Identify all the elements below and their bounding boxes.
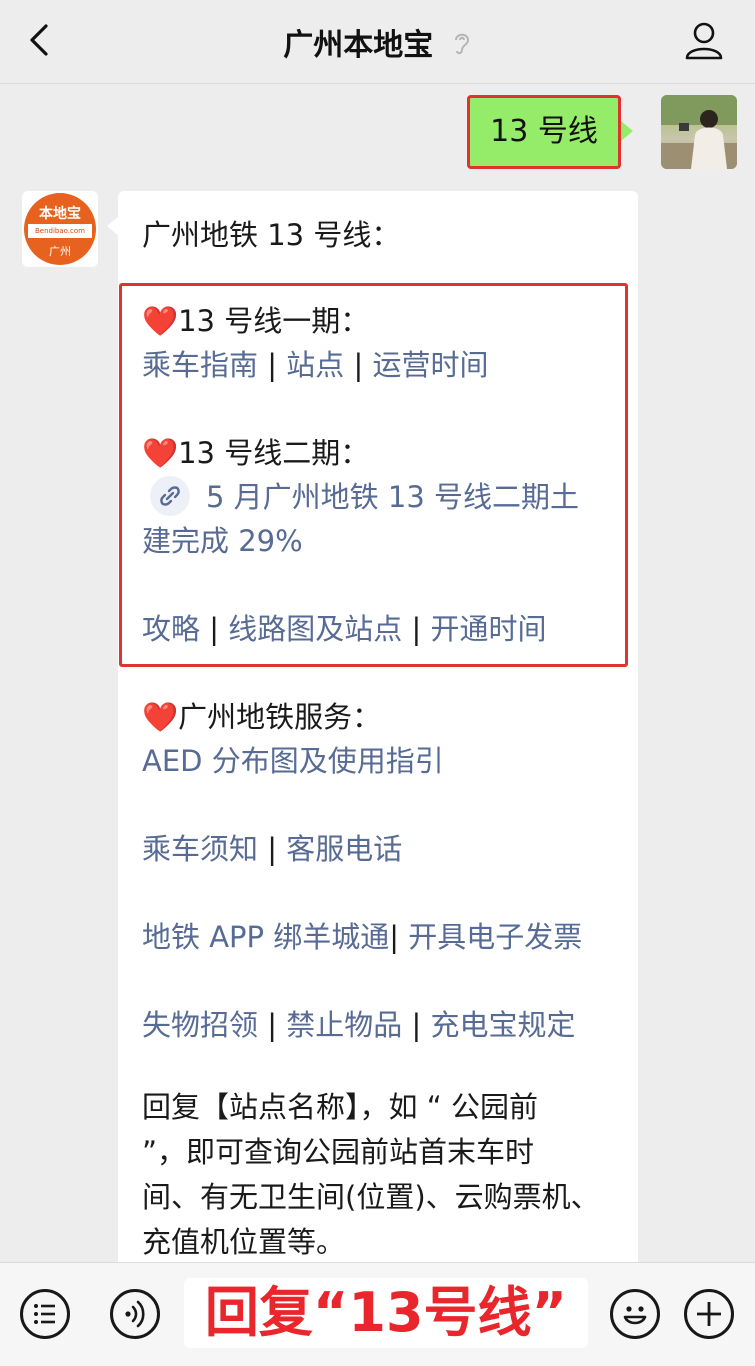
reply-line: 回复【站点名称】，如 “ 公园前: [142, 1090, 538, 1124]
link-service-phone[interactable]: 客服电话: [286, 832, 402, 866]
emoji-button[interactable]: [610, 1289, 660, 1339]
separator: |: [353, 348, 364, 382]
service-row3: 失物招领 | 禁止物品 | 充电宝规定: [142, 1002, 575, 1044]
menu-button[interactable]: [20, 1289, 70, 1339]
heart-icon: ❤️: [142, 304, 179, 338]
link-route-map[interactable]: 线路图及站点: [228, 612, 402, 646]
reply-line: ”，即可查询公园前站首末车时: [142, 1135, 535, 1169]
list-menu-icon: [34, 1304, 55, 1324]
voice-icon: [125, 1300, 145, 1328]
separator: |: [411, 1008, 422, 1042]
bubble-tail: [621, 121, 633, 141]
phase1-heading-line: ❤️13 号线一期：: [142, 298, 369, 340]
chat-header: 广州本地宝: [0, 0, 755, 84]
phase2-links: 攻略 | 线路图及站点 | 开通时间: [142, 606, 546, 648]
link-power-bank[interactable]: 充电宝规定: [430, 1008, 575, 1042]
message-title: 广州地铁 13 号线：: [142, 218, 401, 252]
service-row1: 乘车须知 | 客服电话: [142, 826, 402, 868]
logo-text-bottom: 广州: [49, 245, 71, 258]
link-stations[interactable]: 站点: [286, 348, 344, 382]
logo-text-mid: Bendibao.com: [28, 224, 92, 238]
heart-icon: ❤️: [142, 700, 179, 734]
link-guide[interactable]: 攻略: [142, 612, 200, 646]
separator: |: [389, 920, 400, 954]
reply-hint-overlay[interactable]: 回复“13号线”: [184, 1278, 588, 1348]
official-account-avatar[interactable]: 本地宝 Bendibao.com 广州: [22, 191, 98, 267]
reply-instructions: 回复【站点名称】，如 “ 公园前 ”，即可查询公园前站首末车时 间、有无卫生间(…: [142, 1085, 622, 1265]
bendibao-logo: 本地宝 Bendibao.com 广州: [24, 193, 96, 265]
plus-button[interactable]: [684, 1289, 734, 1339]
outgoing-message-row: 13 号线: [407, 95, 737, 169]
user-avatar[interactable]: [661, 95, 737, 169]
separator: |: [267, 348, 278, 382]
mini-program-link-icon: [150, 476, 190, 516]
link-opening-time[interactable]: 开通时间: [430, 612, 546, 646]
phase2-article-link-cont[interactable]: 建完成 29%: [142, 518, 303, 560]
service-row2: 地铁 APP 绑羊城通| 开具电子发票: [142, 914, 582, 956]
link-ride-notice[interactable]: 乘车须知: [142, 832, 258, 866]
phase2-heading-line: ❤️13 号线二期：: [142, 430, 369, 472]
chat-title: 广州本地宝: [283, 28, 434, 63]
plus-icon: [697, 1302, 721, 1326]
outgoing-bubble[interactable]: 13 号线: [467, 95, 621, 169]
separator: |: [209, 612, 220, 646]
link-lost-found[interactable]: 失物招领: [142, 1008, 258, 1042]
voice-button[interactable]: [110, 1289, 160, 1339]
link-ride-guide[interactable]: 乘车指南: [142, 348, 258, 382]
heart-icon: ❤️: [142, 436, 179, 470]
separator: |: [267, 832, 278, 866]
link-metro-app[interactable]: 地铁 APP 绑羊城通: [142, 920, 389, 954]
reply-line: 间、有无卫生间(位置)、云购票机、: [142, 1180, 600, 1214]
reply-line: 充值机位置等。: [142, 1225, 346, 1259]
logo-text-top: 本地宝: [39, 206, 81, 222]
separator: |: [411, 612, 422, 646]
ear-icon: [452, 29, 472, 64]
separator: |: [267, 1008, 278, 1042]
user-icon: [685, 22, 723, 60]
input-bar: 回复“13号线”: [0, 1262, 755, 1366]
phase1-heading: 13 号线一期：: [178, 304, 370, 338]
link-e-invoice[interactable]: 开具电子发票: [408, 920, 582, 954]
phase2-heading: 13 号线二期：: [178, 436, 370, 470]
chat-title-wrap: 广州本地宝: [0, 20, 755, 64]
service-heading: 广州地铁服务：: [178, 700, 382, 734]
link-prohibited[interactable]: 禁止物品: [286, 1008, 402, 1042]
phase2-article-link[interactable]: 5 月广州地铁 13 号线二期土: [206, 480, 579, 514]
phase2-mini-link-line1[interactable]: 5 月广州地铁 13 号线二期土: [150, 474, 579, 519]
link-operating-hours[interactable]: 运营时间: [372, 348, 488, 382]
chat-info-button[interactable]: [683, 20, 725, 62]
link-aed[interactable]: AED 分布图及使用指引: [142, 738, 444, 780]
service-heading-line: ❤️广州地铁服务：: [142, 694, 381, 736]
phase1-links: 乘车指南 | 站点 | 运营时间: [142, 342, 488, 384]
emoji-icon: [623, 1306, 647, 1325]
